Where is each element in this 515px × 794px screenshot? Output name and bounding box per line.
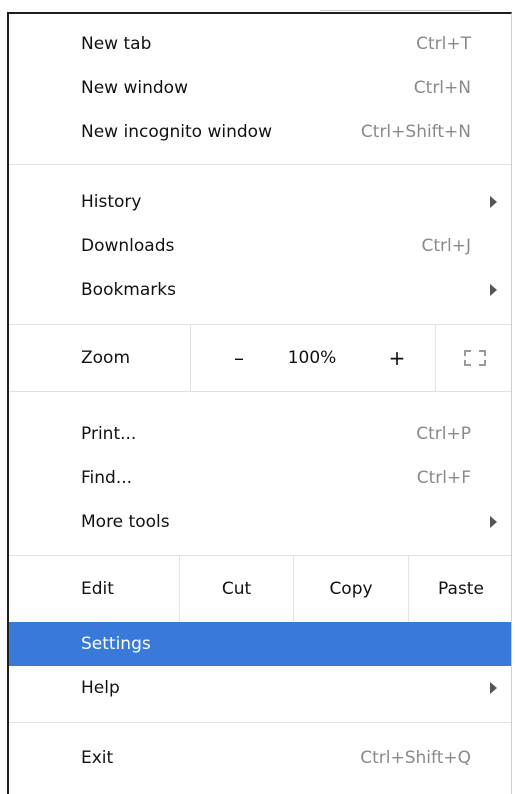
menu-item-label: Downloads (81, 236, 175, 256)
menu-item-shortcut: Ctrl+J (421, 236, 471, 256)
menu-item-downloads[interactable]: Downloads Ctrl+J (9, 224, 511, 268)
menu-item-label: Exit (81, 748, 114, 768)
menu-item-settings[interactable]: Settings (9, 622, 511, 666)
menu-item-shortcut: Ctrl+Shift+Q (360, 748, 471, 768)
zoom-in-label: + (388, 346, 406, 370)
menu-item-label: Bookmarks (81, 280, 176, 300)
zoom-row: Zoom – 100% + (9, 325, 511, 391)
menu-item-label: More tools (81, 512, 170, 532)
menu-separator (9, 164, 511, 165)
zoom-level-value: 100% (287, 348, 337, 368)
menu-separator (9, 391, 511, 392)
submenu-arrow-icon (490, 682, 497, 694)
menu-item-shortcut: Ctrl+F (416, 468, 471, 488)
menu-item-shortcut: Ctrl+N (413, 78, 471, 98)
fullscreen-button[interactable] (436, 325, 513, 391)
menu-item-print[interactable]: Print... Ctrl+P (9, 412, 511, 456)
tab-strip-edge (320, 0, 480, 11)
menu-item-label: Settings (81, 634, 151, 654)
edit-row: Edit Cut Copy Paste (9, 556, 511, 622)
zoom-level: 100% (277, 325, 347, 391)
cut-label: Cut (221, 579, 252, 599)
menu-item-label: History (81, 192, 142, 212)
menu-item-history[interactable]: History (9, 180, 511, 224)
menu-item-new-window[interactable]: New window Ctrl+N (9, 66, 511, 110)
menu-item-shortcut: Ctrl+Shift+N (360, 122, 471, 142)
fullscreen-icon (463, 350, 486, 366)
copy-label: Copy (329, 579, 373, 599)
zoom-in-button[interactable]: + (372, 325, 422, 391)
submenu-arrow-icon (490, 516, 497, 528)
cell-divider (190, 325, 191, 391)
cut-button[interactable]: Cut (180, 556, 293, 622)
menu-item-label: New incognito window (81, 122, 272, 142)
menu-item-shortcut: Ctrl+P (416, 424, 471, 444)
submenu-arrow-icon (490, 284, 497, 296)
chrome-main-menu: New tab Ctrl+T New window Ctrl+N New inc… (7, 12, 512, 794)
menu-item-new-tab[interactable]: New tab Ctrl+T (9, 22, 511, 66)
menu-item-help[interactable]: Help (9, 666, 511, 710)
menu-item-label: Help (81, 678, 120, 698)
menu-item-label: Print... (81, 424, 137, 444)
menu-item-shortcut: Ctrl+T (416, 34, 471, 54)
menu-item-exit[interactable]: Exit Ctrl+Shift+Q (9, 736, 511, 780)
menu-item-label: New window (81, 78, 188, 98)
menu-item-more-tools[interactable]: More tools (9, 500, 511, 544)
menu-item-new-incognito-window[interactable]: New incognito window Ctrl+Shift+N (9, 110, 511, 154)
copy-button[interactable]: Copy (294, 556, 408, 622)
zoom-label-cell: Zoom (9, 325, 190, 391)
zoom-out-button[interactable]: – (214, 325, 264, 391)
paste-button[interactable]: Paste (409, 556, 513, 622)
menu-item-bookmarks[interactable]: Bookmarks (9, 268, 511, 312)
zoom-label: Zoom (81, 348, 131, 368)
submenu-arrow-icon (490, 196, 497, 208)
zoom-out-label: – (234, 346, 244, 370)
menu-item-label: New tab (81, 34, 152, 54)
menu-separator (9, 722, 511, 723)
menu-item-label: Find... (81, 468, 133, 488)
edit-label: Edit (81, 579, 114, 599)
edit-label-cell: Edit (9, 556, 179, 622)
menu-item-find[interactable]: Find... Ctrl+F (9, 456, 511, 500)
paste-label: Paste (438, 579, 484, 599)
